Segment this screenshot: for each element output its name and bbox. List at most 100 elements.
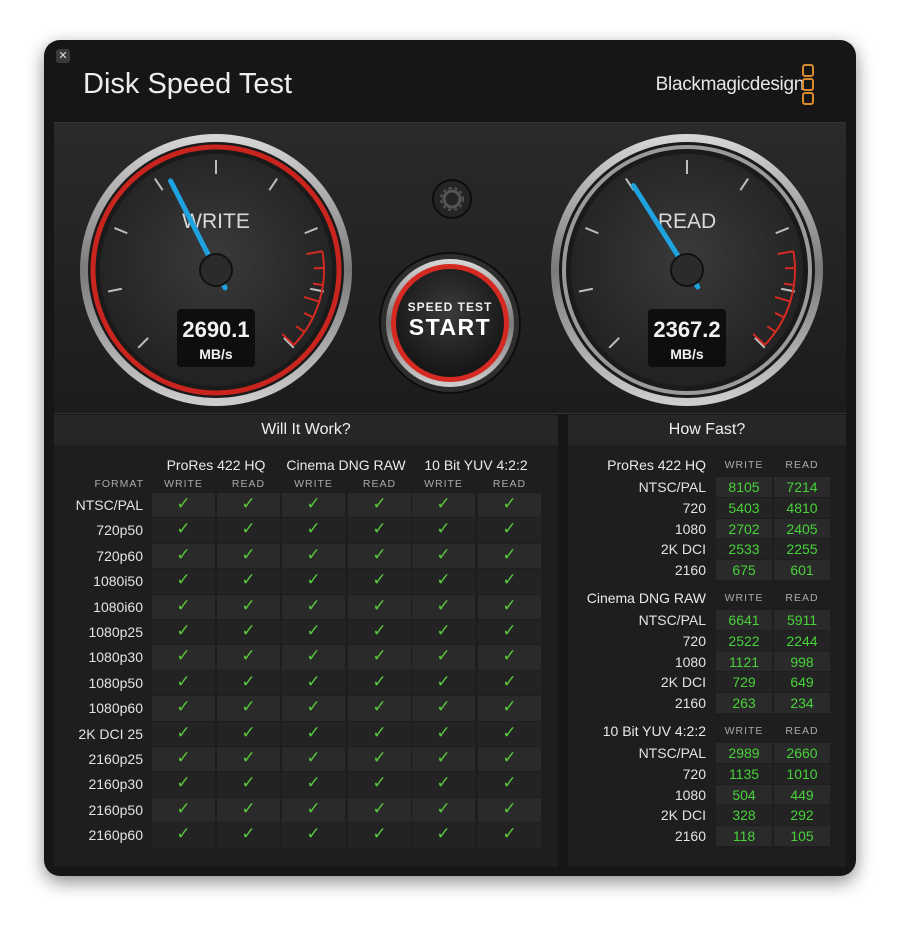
check-icon: ✓ xyxy=(306,798,321,819)
check-icon: ✓ xyxy=(502,798,517,819)
read-speed-value: 449 xyxy=(790,786,814,803)
read-speed-value: 998 xyxy=(790,653,814,670)
how-fast-format-label: 2160 xyxy=(674,695,706,712)
check-icon: ✓ xyxy=(436,570,451,591)
check-icon: ✓ xyxy=(306,570,321,591)
write-column-header: WRITE xyxy=(724,725,764,737)
check-icon: ✓ xyxy=(436,722,451,743)
will-it-work-panel: Will It Work? ProRes 422 HQ Cinema DNG RA… xyxy=(54,415,558,867)
format-row-label: 1080p60 xyxy=(88,700,143,717)
start-button-line2: START xyxy=(409,314,491,340)
check-icon: ✓ xyxy=(436,494,451,514)
check-icon: ✓ xyxy=(502,697,517,718)
read-gauge: READ 2367.2 MB/s xyxy=(551,134,823,406)
read-speed-value: 105 xyxy=(790,828,814,845)
read-speed-value: 4810 xyxy=(786,499,818,516)
format-row-label: 2K DCI 25 xyxy=(78,725,143,742)
check-icon: ✓ xyxy=(176,595,191,616)
check-icon: ✓ xyxy=(176,798,191,819)
check-icon: ✓ xyxy=(176,544,191,565)
read-speed-value: 601 xyxy=(790,562,814,579)
check-icon: ✓ xyxy=(372,722,387,743)
check-icon: ✓ xyxy=(502,544,517,565)
write-speed-value: 675 xyxy=(732,562,756,579)
check-icon: ✓ xyxy=(306,621,321,641)
speed-test-start-button[interactable]: SPEED TEST START xyxy=(379,252,521,394)
read-speed-value: 5911 xyxy=(786,612,818,628)
how-fast-format-label: 1080 xyxy=(674,520,706,537)
check-icon: ✓ xyxy=(372,646,387,667)
format-row-label: 1080i60 xyxy=(93,598,143,615)
format-row-label: 2160p30 xyxy=(88,776,143,793)
close-icon[interactable]: ✕ xyxy=(56,49,70,63)
check-icon: ✓ xyxy=(502,722,517,743)
how-fast-codec-header: Cinema DNG RAW xyxy=(586,590,706,606)
read-column-header: READ xyxy=(785,725,819,737)
brand-name: Blackmagicdesign xyxy=(655,74,805,95)
gear-icon[interactable] xyxy=(432,179,472,219)
check-icon: ✓ xyxy=(176,494,191,514)
check-icon: ✓ xyxy=(502,748,517,768)
check-icon: ✓ xyxy=(436,748,451,768)
check-icon: ✓ xyxy=(372,697,387,718)
check-icon: ✓ xyxy=(436,824,451,845)
check-icon: ✓ xyxy=(241,798,256,819)
how-fast-format-label: 2K DCI xyxy=(660,807,706,824)
check-icon: ✓ xyxy=(372,798,387,819)
check-icon: ✓ xyxy=(241,773,256,794)
check-icon: ✓ xyxy=(436,671,451,692)
how-fast-codec-header: ProRes 422 HQ xyxy=(607,457,706,473)
check-icon: ✓ xyxy=(176,570,191,591)
check-icon: ✓ xyxy=(176,697,191,718)
how-fast-format-label: 2K DCI xyxy=(660,541,706,558)
will-it-work-title: Will It Work? xyxy=(54,415,558,445)
check-icon: ✓ xyxy=(176,824,191,845)
read-gauge-label: READ xyxy=(658,210,716,233)
check-icon: ✓ xyxy=(306,748,321,768)
how-fast-codec-header: 10 Bit YUV 4:2:2 xyxy=(602,723,706,739)
check-icon: ✓ xyxy=(502,773,517,794)
check-icon: ✓ xyxy=(306,544,321,565)
how-fast-format-label: 1080 xyxy=(674,653,706,670)
how-fast-format-label: 720 xyxy=(682,632,706,649)
check-icon: ✓ xyxy=(241,519,256,540)
start-button-line1: SPEED TEST xyxy=(408,300,493,314)
format-row-label: 1080p30 xyxy=(88,649,143,666)
check-icon: ✓ xyxy=(306,824,321,845)
check-icon: ✓ xyxy=(502,646,517,667)
check-icon: ✓ xyxy=(372,570,387,591)
redline-tick xyxy=(783,282,795,287)
check-icon: ✓ xyxy=(372,671,387,692)
check-icon: ✓ xyxy=(241,646,256,667)
check-icon: ✓ xyxy=(372,748,387,768)
subcolumn-header: WRITE xyxy=(164,478,203,490)
check-icon: ✓ xyxy=(502,824,517,845)
check-icon: ✓ xyxy=(176,748,191,768)
check-icon: ✓ xyxy=(372,519,387,540)
check-icon: ✓ xyxy=(176,773,191,794)
write-speed-value: 263 xyxy=(732,695,756,712)
check-icon: ✓ xyxy=(176,621,191,641)
write-speed-value: 118 xyxy=(732,828,756,845)
how-fast-format-label: NTSC/PAL xyxy=(638,745,706,761)
write-speed-value: 2522 xyxy=(728,632,760,649)
app-window: ✕ Disk Speed Test Blackmagicdesign WRITE… xyxy=(44,40,856,876)
how-fast-format-label: NTSC/PAL xyxy=(638,479,706,495)
read-column-header: READ xyxy=(785,459,819,471)
check-icon: ✓ xyxy=(241,494,256,514)
write-column-header: WRITE xyxy=(724,459,764,471)
format-row-label: 2160p60 xyxy=(88,827,143,844)
gauge-panel: WRITE 2690.1 MB/s READ 2367.2 MB/s SPEED… xyxy=(54,122,846,414)
how-fast-format-label: 1080 xyxy=(674,786,706,803)
read-speed-value: 292 xyxy=(790,807,814,824)
how-fast-panel: How Fast? ProRes 422 HQ WRITE READ NTSC/PAL… xyxy=(568,415,846,867)
codec-header: ProRes 422 HQ xyxy=(166,457,266,473)
how-fast-format-label: 2160 xyxy=(674,562,706,579)
check-icon: ✓ xyxy=(241,671,256,692)
write-value: 2690.1 xyxy=(182,317,249,342)
check-icon: ✓ xyxy=(176,646,191,667)
how-fast-format-label: 720 xyxy=(682,765,706,782)
subcolumn-header: WRITE xyxy=(294,478,333,490)
check-icon: ✓ xyxy=(306,494,321,514)
check-icon: ✓ xyxy=(241,722,256,743)
